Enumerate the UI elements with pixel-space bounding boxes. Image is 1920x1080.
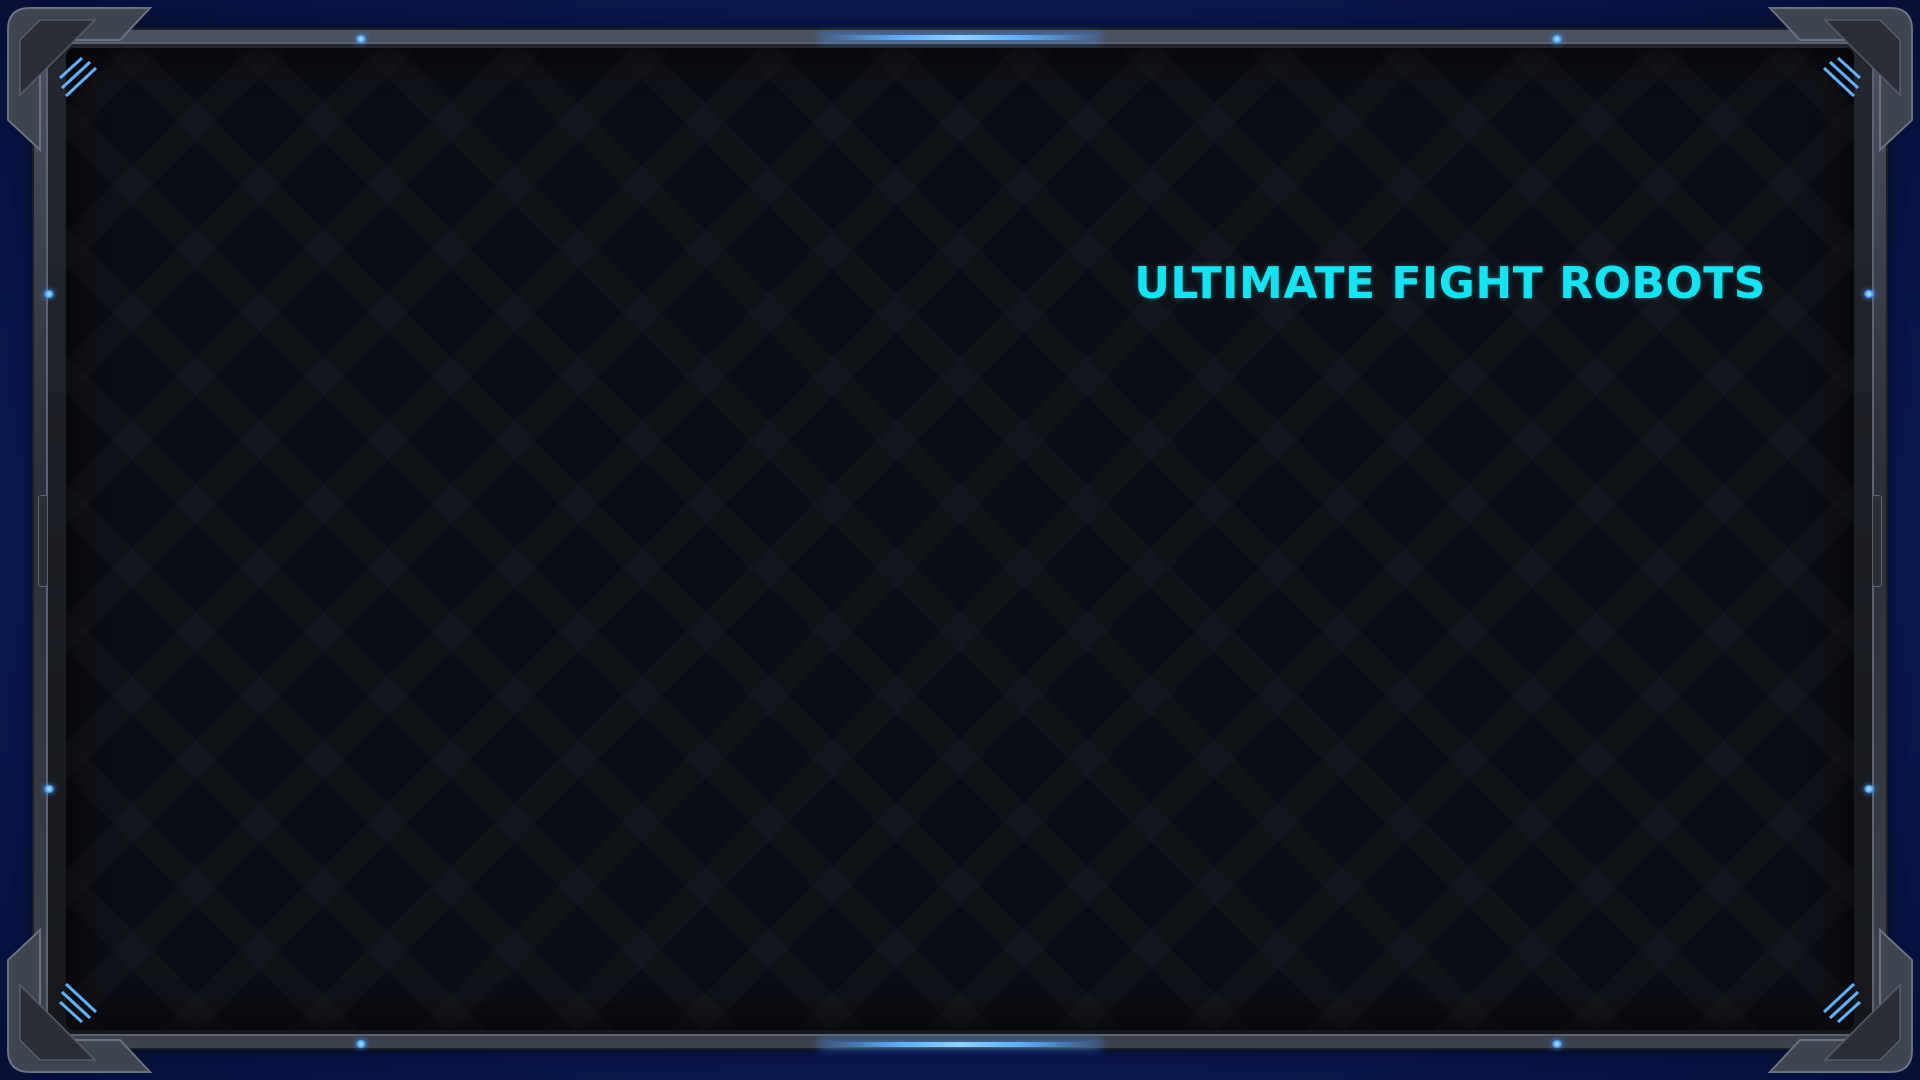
left-side-notch	[38, 495, 48, 587]
main-panel: ULTIMATE FIGHT ROBOTS	[66, 48, 1854, 1030]
indicator-light-icon	[1864, 290, 1874, 298]
corner-bracket-icon	[0, 920, 160, 1080]
indicator-light-icon	[1552, 35, 1562, 43]
bottom-glow-bar	[819, 1042, 1101, 1047]
game-title: ULTIMATE FIGHT ROBOTS	[1134, 258, 1766, 309]
right-side-notch	[1872, 495, 1882, 587]
indicator-light-icon	[1552, 1040, 1562, 1048]
indicator-light-icon	[356, 35, 366, 43]
corner-bracket-icon	[1760, 0, 1920, 160]
game-screen: ULTIMATE FIGHT ROBOTS	[0, 0, 1920, 1080]
indicator-light-icon	[44, 290, 54, 298]
indicator-light-icon	[356, 1040, 366, 1048]
corner-bracket-icon	[0, 0, 160, 160]
indicator-light-icon	[44, 785, 54, 793]
corner-bracket-icon	[1760, 920, 1920, 1080]
top-glow-bar	[819, 35, 1101, 40]
indicator-light-icon	[1864, 785, 1874, 793]
